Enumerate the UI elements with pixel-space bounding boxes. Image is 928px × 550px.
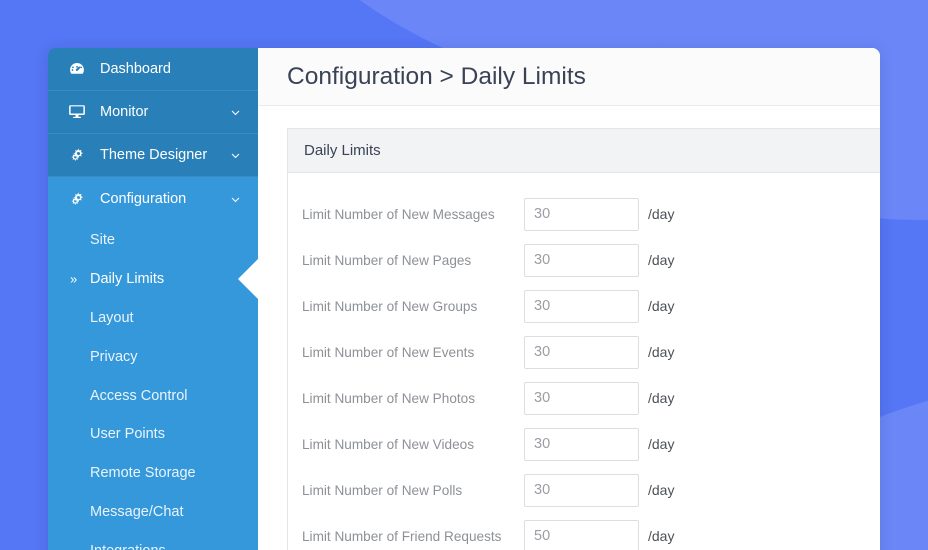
limit-input[interactable] [524,381,639,415]
sidebar-subitem-user-points[interactable]: User Points [48,414,258,454]
sidebar-item-dashboard[interactable]: Dashboard [48,48,258,91]
form-label: Limit Number of Friend Requests [302,528,502,544]
sidebar-item-label: Configuration [100,191,187,207]
sidebar-config-section: Configuration [48,177,258,221]
limit-input[interactable] [524,519,639,550]
sidebar-subitem-integrations[interactable]: Integrations [48,531,258,550]
sidebar-primary-nav: Dashboard Monitor Theme Designer [48,48,258,177]
unit-label: /day [648,482,675,498]
limit-input[interactable] [524,289,639,323]
chevron-down-icon[interactable] [228,149,242,162]
sidebar-subitem-label: Access Control [90,387,188,404]
limit-input[interactable] [524,335,639,369]
content-area: Configuration > Daily Limits Daily Limit… [258,48,880,550]
sidebar-subitem-site[interactable]: Site [48,221,258,260]
sidebar: Dashboard Monitor Theme Designer Configura… [48,48,258,550]
form-row: Limit Number of New Polls/day [288,467,880,513]
sidebar-subitem-label: Privacy [90,348,138,365]
sidebar-subitem-label: User Points [90,426,165,443]
form-label: Limit Number of New Photos [302,390,476,406]
tachometer-icon [66,60,88,78]
sidebar-item-label: Monitor [100,104,149,120]
sidebar-item-theme-designer[interactable]: Theme Designer [48,134,258,177]
sidebar-subitem-access-control[interactable]: Access Control [48,376,258,415]
form-row: Limit Number of Friend Requests/day [288,513,880,550]
sidebar-subitem-privacy[interactable]: Privacy [48,337,258,377]
sidebar-item-monitor[interactable]: Monitor [48,91,258,134]
form-label: Limit Number of New Groups [302,298,478,314]
limit-input[interactable] [524,427,639,461]
gears-icon [66,146,88,164]
admin-window: Dashboard Monitor Theme Designer Configura… [48,48,880,550]
form-row: Limit Number of New Events/day [288,329,880,375]
gears-icon [66,190,88,208]
unit-label: /day [648,298,675,314]
daily-limits-form: Limit Number of New Messages/dayLimit Nu… [288,173,880,550]
chevron-down-icon[interactable] [228,193,242,206]
sidebar-item-label: Dashboard [100,61,171,77]
sidebar-subitem-label: Site [90,232,115,249]
form-label: Limit Number of New Events [302,344,475,360]
form-label: Limit Number of New Messages [302,206,495,222]
unit-label: /day [648,390,675,406]
sidebar-subitem-label: Remote Storage [90,465,196,482]
active-notch [238,259,258,300]
form-label: Limit Number of New Pages [302,252,472,268]
unit-label: /day [648,528,675,544]
chevron-down-icon[interactable] [228,106,242,119]
sidebar-item-configuration[interactable]: Configuration [48,177,258,221]
sidebar-subitem-daily-limits[interactable]: » Daily Limits [48,259,258,300]
limit-input[interactable] [524,243,639,277]
sidebar-subitem-layout[interactable]: Layout [48,298,258,338]
sidebar-subitem-label: Layout [90,309,134,326]
unit-label: /day [648,344,675,360]
form-row: Limit Number of New Groups/day [288,283,880,329]
unit-label: /day [648,206,675,222]
sidebar-subitem-remote-storage[interactable]: Remote Storage [48,453,258,493]
sidebar-subitem-label: Message/Chat [90,503,184,520]
page-title: Configuration > Daily Limits [258,48,880,106]
limit-input[interactable] [524,197,639,231]
panel-title: Daily Limits [288,129,880,173]
sidebar-subitem-message-chat[interactable]: Message/Chat [48,492,258,532]
unit-label: /day [648,252,675,268]
form-row: Limit Number of New Messages/day [288,191,880,237]
form-row: Limit Number of New Photos/day [288,375,880,421]
form-row: Limit Number of New Videos/day [288,421,880,467]
active-marker-icon: » [70,271,78,287]
form-row: Limit Number of New Pages/day [288,237,880,283]
form-label: Limit Number of New Polls [302,482,463,498]
limit-input[interactable] [524,473,639,507]
daily-limits-panel: Daily Limits Limit Number of New Message… [287,128,880,550]
monitor-icon [66,103,88,121]
sidebar-subitem-label: Integrations [90,543,166,550]
sidebar-sub-nav: Site » Daily Limits Layout Privacy Access Con… [48,221,258,550]
unit-label: /day [648,436,675,452]
form-label: Limit Number of New Videos [302,436,475,452]
sidebar-subitem-label: Daily Limits [90,271,165,288]
sidebar-item-label: Theme Designer [100,147,208,163]
